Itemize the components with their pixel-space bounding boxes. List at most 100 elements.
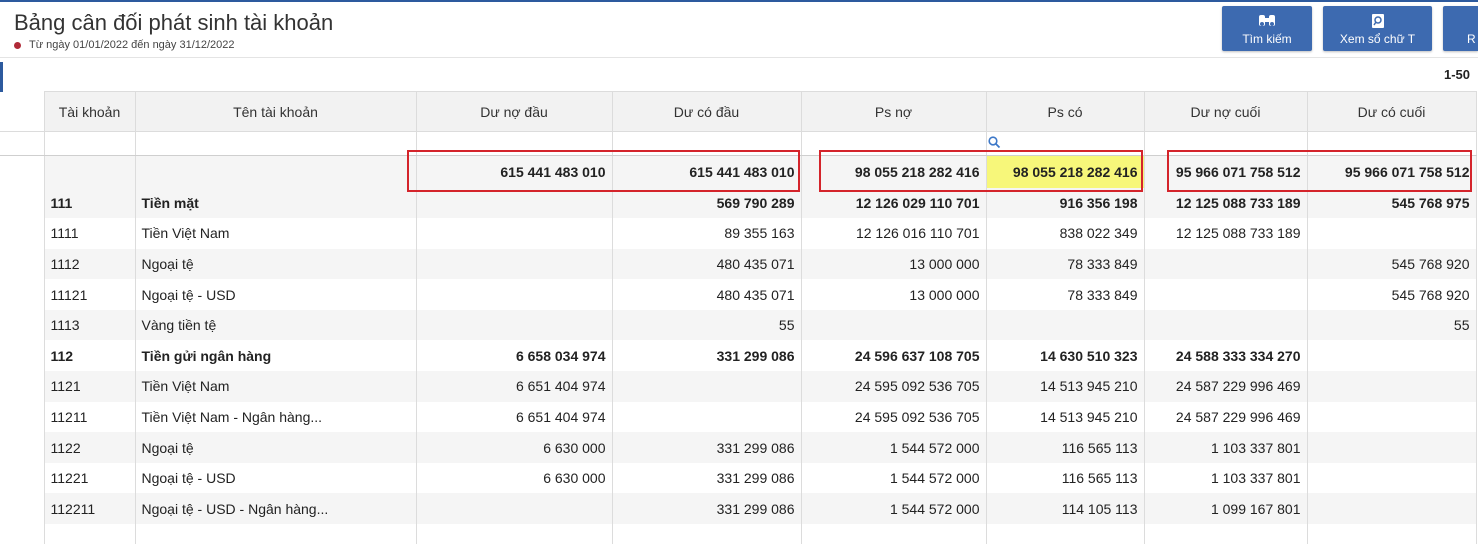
filter-cell[interactable] (801, 131, 987, 156)
closing-debit-cell: 1 103 337 801 (1144, 462, 1308, 494)
opening-credit-cell: 331 299 086 (612, 493, 802, 525)
credit-movement-cell: 916 356 198 (986, 187, 1145, 219)
opening-credit-cell: 331 299 086 (612, 432, 802, 463)
account-code-cell: 112 (44, 340, 136, 372)
total-opening-debit: 615 441 483 010 (416, 155, 613, 188)
opening-debit-cell: 6 651 404 974 (416, 371, 613, 402)
table-row[interactable]: 111 Tiền mặt 569 790 289 12 126 029 110 701… (0, 187, 1477, 219)
col-header-account-name[interactable]: Tên tài khoản (135, 91, 417, 132)
row-stub (0, 340, 45, 372)
col-header-credit-movement[interactable]: Ps có (986, 91, 1145, 132)
opening-credit-cell (612, 524, 802, 544)
account-name-cell: Tiền Việt Nam (135, 371, 417, 402)
closing-debit-cell: 12 125 088 733 189 (1144, 187, 1308, 219)
account-name-cell: Ngoại tệ - USD (135, 279, 417, 310)
top-accent-line (0, 0, 1478, 2)
account-code-cell: 11211 (44, 401, 136, 433)
account-name-cell: Ngoại tệ - USD (135, 462, 417, 494)
credit-movement-cell: 14 513 945 210 (986, 371, 1145, 402)
header-row: Tài khoản Tên tài khoản Dư nợ đầu Dư có … (0, 91, 1477, 132)
total-closing-credit: 95 966 071 758 512 (1307, 155, 1477, 188)
opening-debit-cell: 6 658 034 974 (416, 340, 613, 372)
closing-debit-cell: 24 587 229 996 469 (1144, 401, 1308, 433)
row-stub (0, 309, 45, 341)
col-header-opening-credit[interactable]: Dư có đầu (612, 91, 802, 132)
third-toolbar-button-label: R (1467, 32, 1476, 46)
filter-cell[interactable] (44, 131, 136, 156)
row-stub (0, 524, 45, 544)
table-row[interactable]: 11121 Ngoại tệ - USD 480 435 071 13 000 000… (0, 279, 1477, 310)
account-code-cell (44, 524, 136, 544)
row-stub (0, 401, 45, 433)
closing-debit-cell: 24 588 333 334 270 (1144, 340, 1308, 372)
credit-movement-cell: 14 513 945 210 (986, 401, 1145, 433)
closing-debit-cell: 24 587 229 996 469 (1144, 371, 1308, 402)
opening-debit-cell (416, 218, 613, 249)
debit-movement-cell: 13 000 000 (801, 248, 987, 280)
credit-movement-cell: 78 333 849 (986, 279, 1145, 310)
table-row[interactable]: 11211 Tiền Việt Nam - Ngân hàng... 6 651 4… (0, 401, 1477, 433)
table-row[interactable]: 1111 Tiền Việt Nam 89 355 163 12 126 016 11… (0, 218, 1477, 249)
search-button[interactable]: Tìm kiếm (1222, 6, 1312, 51)
debit-movement-cell: 13 000 000 (801, 279, 987, 310)
table-row[interactable]: 11221 Ngoại tệ - USD 6 630 000 331 299 086 1… (0, 462, 1477, 494)
credit-movement-cell: 838 022 349 (986, 218, 1145, 249)
closing-debit-cell: 1 099 167 801 (1144, 493, 1308, 525)
debit-movement-cell: 1 544 572 000 (801, 462, 987, 494)
closing-debit-cell (1144, 248, 1308, 280)
credit-movement-cell: 14 630 510 323 (986, 340, 1145, 372)
filter-cell[interactable] (135, 131, 417, 156)
debit-movement-cell: 1 544 572 000 (801, 493, 987, 525)
filter-cell[interactable] (1307, 131, 1477, 156)
filter-cell[interactable] (1144, 131, 1308, 156)
opening-debit-cell (416, 248, 613, 280)
closing-credit-cell (1307, 218, 1477, 249)
debit-movement-cell: 24 595 092 536 705 (801, 401, 987, 433)
table-row[interactable]: 1113 Vàng tiền tệ 55 55 (0, 309, 1477, 341)
account-code-cell: 111 (44, 187, 136, 219)
row-stub (0, 218, 45, 249)
table-row[interactable]: 112 Tiền gửi ngân hàng 6 658 034 974 331 29… (0, 340, 1477, 372)
row-stub (0, 248, 45, 280)
filter-cell[interactable] (612, 131, 802, 156)
col-header-debit-movement[interactable]: Ps nợ (801, 91, 987, 132)
opening-debit-cell: 6 630 000 (416, 432, 613, 463)
table-row[interactable]: 112211 Ngoại tệ - USD - Ngân hàng... 331 2… (0, 493, 1477, 525)
filter-cell[interactable] (416, 131, 613, 156)
account-name-cell: Vàng tiền tệ (135, 309, 417, 341)
account-name-cell: Tiền mặt (135, 187, 417, 219)
closing-debit-cell (1144, 279, 1308, 310)
closing-credit-cell: 545 768 920 (1307, 279, 1477, 310)
account-code-cell: 1122 (44, 432, 136, 463)
closing-credit-cell: 545 768 975 (1307, 187, 1477, 219)
account-name-cell: Tiền Việt Nam (135, 218, 417, 249)
closing-credit-cell (1307, 462, 1477, 494)
pagination-range: 1-50 (1444, 67, 1471, 82)
table-row[interactable]: 1122 Ngoại tệ 6 630 000 331 299 086 1 544 57… (0, 432, 1477, 463)
view-ledger-button[interactable]: Xem sổ chữ T (1323, 6, 1432, 51)
col-header-opening-debit[interactable]: Dư nợ đầu (416, 91, 613, 132)
closing-credit-cell (1307, 524, 1477, 544)
status-dot-icon (14, 41, 21, 49)
opening-credit-cell: 480 435 071 (612, 248, 802, 280)
account-code-cell: 1121 (44, 371, 136, 402)
account-name-cell: Ngoại tệ (135, 432, 417, 463)
filter-search-icon[interactable] (988, 136, 1001, 149)
credit-movement-cell: 116 565 113 (986, 432, 1145, 463)
opening-credit-cell: 331 299 086 (612, 462, 802, 494)
col-header-closing-credit[interactable]: Dư có cuối (1307, 91, 1477, 132)
filter-cell[interactable] (986, 131, 1145, 156)
third-toolbar-button[interactable]: R (1443, 6, 1478, 51)
opening-credit-cell: 55 (612, 309, 802, 341)
totals-row: 615 441 483 010 615 441 483 010 98 055 2… (0, 155, 1477, 188)
balance-table: Tài khoản Tên tài khoản Dư nợ đầu Dư có … (0, 91, 1477, 544)
table-row[interactable]: 1112 Ngoại tệ 480 435 071 13 000 000 78 333 … (0, 248, 1477, 280)
account-name-cell: Ngoại tệ - USD - Ngân hàng... (135, 493, 417, 525)
debit-movement-cell: 12 126 029 110 701 (801, 187, 987, 219)
col-header-account[interactable]: Tài khoản (44, 91, 136, 132)
table-row[interactable] (0, 524, 1477, 544)
closing-credit-cell (1307, 432, 1477, 463)
row-stub-header (0, 91, 45, 132)
col-header-closing-debit[interactable]: Dư nợ cuối (1144, 91, 1308, 132)
table-row[interactable]: 1121 Tiền Việt Nam 6 651 404 974 24 595 092… (0, 371, 1477, 402)
